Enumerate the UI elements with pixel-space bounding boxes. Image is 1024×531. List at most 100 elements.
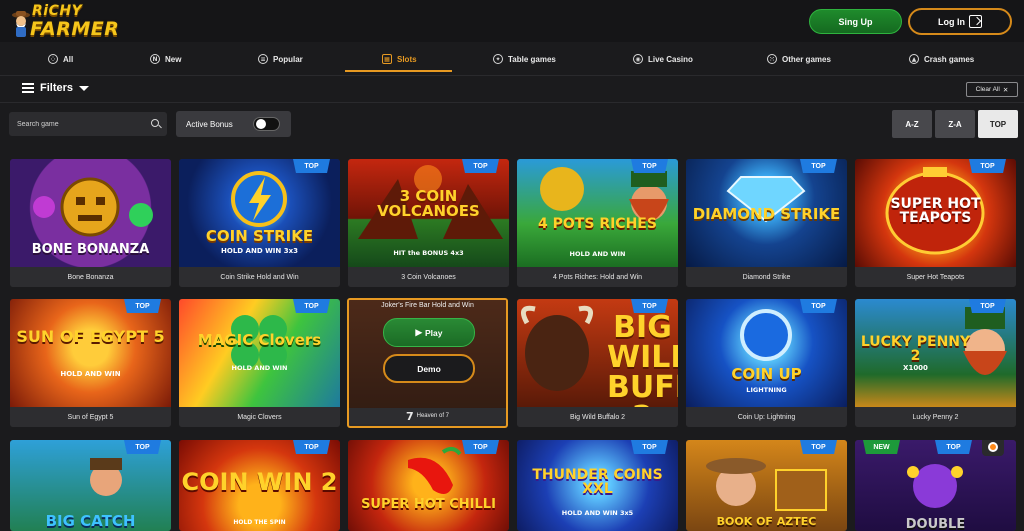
game-card-coin-up-lightning[interactable]: COIN UP LIGHTNING TOP Coin Up: Lightning xyxy=(686,299,847,427)
nav-label: Table games xyxy=(508,54,556,64)
art-title: BIG CATCH xyxy=(45,512,136,530)
play-label: Play xyxy=(425,327,443,338)
sort-a-z-button[interactable]: A-Z xyxy=(892,110,932,138)
art-title: BONE BONANZA xyxy=(31,242,150,257)
crash-games-icon: ▲ xyxy=(909,54,919,64)
art-subtitle: LIGHTNING xyxy=(746,386,787,394)
clear-all-button[interactable]: Clear All ✕ xyxy=(966,82,1018,97)
game-thumbnail: BOOK OF AZTEC TOP xyxy=(686,440,847,531)
active-bonus-toggle[interactable] xyxy=(253,117,280,131)
art-title: 4 POTS RICHES xyxy=(538,216,657,232)
game-title: 4 Pots Riches: Hold and Win xyxy=(517,267,678,287)
game-card-magic-clovers[interactable]: MAGIC Clovers HOLD AND WIN TOP Magic Clo… xyxy=(179,299,340,427)
live-casino-icon: ◉ xyxy=(633,54,643,64)
game-thumbnail: 3 COIN VOLCANOES HIT the BONUS 4x3 TOP xyxy=(348,159,509,267)
logo-text-bottom: FARMER xyxy=(30,18,120,40)
game-thumbnail: BIG CATCH TOP xyxy=(10,440,171,531)
top-badge: TOP xyxy=(935,440,972,454)
nav-other-games[interactable]: ⁙ Other games xyxy=(767,42,831,76)
filters-toggle[interactable]: Filters xyxy=(22,82,90,94)
game-card-diamond-strike[interactable]: DIAMOND STRIKE TOP Diamond Strike xyxy=(686,159,847,287)
art-subtitle: HOLD AND WIN xyxy=(569,250,626,258)
nav-live-casino[interactable]: ◉ Live Casino xyxy=(633,42,693,76)
game-thumbnail: COIN UP LIGHTNING TOP xyxy=(686,299,847,407)
sort-top-button[interactable]: TOP xyxy=(978,110,1018,138)
table-games-icon: ✦ xyxy=(493,54,503,64)
nav-all[interactable]: ⁘ All xyxy=(48,42,73,76)
art-title: MAGIC Clovers xyxy=(197,331,322,349)
active-bonus-filter: Active Bonus xyxy=(176,111,291,137)
nav-label: Popular xyxy=(273,54,303,64)
game-card-jokers-fire-bar-hovered[interactable]: Joker's Fire Bar Hold and Win ▶ Play Dem… xyxy=(347,298,508,428)
game-card-3-coin-volcanoes[interactable]: 3 COIN VOLCANOES HIT the BONUS 4x3 TOP 3… xyxy=(348,159,509,287)
casino-app: RiCHY FARMER Sing Up Log In ⁘ All N New … xyxy=(0,0,1024,531)
farmer-mascot-icon xyxy=(12,11,30,37)
game-title: 3 Coin Volcanoes xyxy=(348,267,509,287)
close-icon: ✕ xyxy=(1002,86,1009,94)
art-title: DIAMOND STRIKE xyxy=(692,205,841,223)
game-title: Coin Strike Hold and Win xyxy=(179,267,340,287)
game-card-sun-of-egypt-5[interactable]: SUN OF EGYPT 5 HOLD AND WIN TOP Sun of E… xyxy=(10,299,171,427)
game-thumbnail: 4 POTS RICHES HOLD AND WIN TOP xyxy=(517,159,678,267)
nav-label: Other games xyxy=(782,54,831,64)
game-card-super-hot-teapots[interactable]: SUPER HOT TEAPOTS TOP Super Hot Teapots xyxy=(855,159,1016,287)
slots-icon: ▦ xyxy=(382,54,392,64)
nav-label: Slots xyxy=(397,54,417,64)
game-thumbnail: THUNDER COINS XXL HOLD AND WIN 3x5 TOP xyxy=(517,440,678,531)
search-icon[interactable] xyxy=(151,119,159,127)
top-badge: TOP xyxy=(462,440,499,454)
new-icon: N xyxy=(150,54,160,64)
nav-label: Crash games xyxy=(924,54,975,64)
login-button-label: Log In xyxy=(938,16,965,27)
game-card-super-hot-chilli[interactable]: SUPER HOT CHILLI TOP xyxy=(348,440,509,531)
demo-button[interactable]: Demo xyxy=(383,354,475,383)
art-title: SUPER HOT TEAPOTS xyxy=(890,196,981,226)
game-card-thunder-coins-xxl[interactable]: THUNDER COINS XXL HOLD AND WIN 3x5 TOP xyxy=(517,440,678,531)
game-card-coin-strike[interactable]: COIN STRIKE HOLD AND WIN 3x3 TOP Coin St… xyxy=(179,159,340,287)
nav-crash-games[interactable]: ▲ Crash games xyxy=(909,42,974,76)
play-button[interactable]: ▶ Play xyxy=(383,318,475,347)
game-thumbnail: COIN WIN 2 HOLD THE SPIN TOP xyxy=(179,440,340,531)
top-badge: TOP xyxy=(631,299,668,313)
art-subtitle: HOLD AND WIN xyxy=(60,370,121,378)
game-card-coin-win-2[interactable]: COIN WIN 2 HOLD THE SPIN TOP xyxy=(179,440,340,531)
other-games-icon: ⁙ xyxy=(767,54,777,64)
signup-button[interactable]: Sing Up xyxy=(809,9,902,34)
active-bonus-label: Active Bonus xyxy=(186,119,233,129)
search-box xyxy=(9,112,167,136)
game-card-double[interactable]: DOUBLE NEW TOP xyxy=(855,440,1016,531)
clover-art xyxy=(231,315,287,369)
hover-game-title: Joker's Fire Bar Hold and Win xyxy=(381,302,474,309)
top-badge: TOP xyxy=(631,159,668,173)
top-badge: TOP xyxy=(631,440,668,454)
art-title: 3 COIN VOLCANOES xyxy=(377,187,480,220)
game-title: Big Wild Buffalo 2 xyxy=(517,407,678,427)
login-button[interactable]: Log In xyxy=(908,8,1012,35)
game-thumbnail: DOUBLE NEW TOP xyxy=(855,440,1016,531)
top-badge: TOP xyxy=(293,299,330,313)
top-badge: TOP xyxy=(800,299,837,313)
art-subtitle: HOLD AND WIN 3x5 xyxy=(561,509,634,517)
nav-table-games[interactable]: ✦ Table games xyxy=(493,42,556,76)
game-card-big-catch[interactable]: BIG CATCH TOP xyxy=(10,440,171,531)
top-badge: TOP xyxy=(293,159,330,173)
top-badge: TOP xyxy=(969,159,1006,173)
game-card-bone-bonanza[interactable]: BONE BONANZA Bone Bonanza xyxy=(10,159,171,287)
top-badge: TOP xyxy=(124,299,161,313)
sort-z-a-button[interactable]: Z-A xyxy=(935,110,975,138)
search-input[interactable] xyxy=(17,117,137,131)
game-card-book-of-aztec[interactable]: BOOK OF AZTEC TOP xyxy=(686,440,847,531)
game-card-4-pots-riches[interactable]: 4 POTS RICHES HOLD AND WIN TOP 4 Pots Ri… xyxy=(517,159,678,287)
top-badge: TOP xyxy=(969,299,1006,313)
game-title: Lucky Penny 2 xyxy=(855,407,1016,427)
richy-farmer-logo[interactable]: RiCHY FARMER xyxy=(10,3,128,41)
nav-new[interactable]: N New xyxy=(150,42,181,76)
top-badge: TOP xyxy=(800,159,837,173)
filters-label-text: Filters xyxy=(40,82,74,94)
nav-popular[interactable]: ≡ Popular xyxy=(258,42,303,76)
game-thumbnail: MAGIC Clovers HOLD AND WIN TOP xyxy=(179,299,340,407)
game-card-big-wild-buffalo-2[interactable]: BIG WILD BUFFALO 2 TOP Big Wild Buffalo … xyxy=(517,299,678,427)
art-title: COIN UP xyxy=(731,365,802,383)
provider-name: Heaven of 7 xyxy=(416,413,449,419)
game-card-lucky-penny-2[interactable]: LUCKY PENNY 2 X1000 TOP Lucky Penny 2 xyxy=(855,299,1016,427)
